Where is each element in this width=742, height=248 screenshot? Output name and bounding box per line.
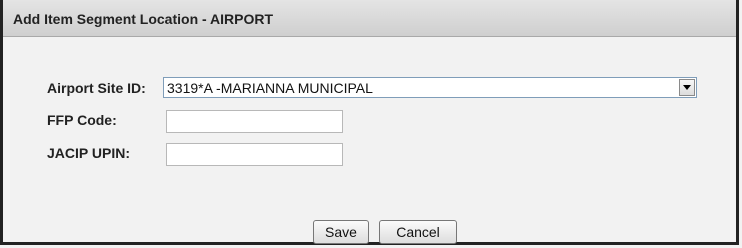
dialog-title-bar: Add Item Segment Location - AIRPORT — [3, 0, 736, 37]
save-button[interactable]: Save — [313, 220, 369, 244]
dropdown-button[interactable] — [679, 79, 695, 96]
ffp-code-input[interactable] — [166, 110, 343, 133]
airport-site-id-selected-value: 3319*A -MARIANNA MUNICIPAL — [167, 80, 373, 96]
ffp-code-label: FFP Code: — [47, 112, 117, 128]
dialog-title: Add Item Segment Location - AIRPORT — [13, 11, 274, 27]
airport-site-id-label: Airport Site ID: — [47, 80, 146, 96]
cancel-button[interactable]: Cancel — [379, 220, 457, 244]
jacip-upin-label: JACIP UPIN: — [47, 145, 130, 161]
add-item-segment-location-dialog: Add Item Segment Location - AIRPORT Airp… — [0, 0, 739, 245]
chevron-down-icon — [683, 85, 691, 90]
airport-site-id-select[interactable]: 3319*A -MARIANNA MUNICIPAL — [163, 77, 697, 98]
jacip-upin-input[interactable] — [166, 143, 343, 166]
